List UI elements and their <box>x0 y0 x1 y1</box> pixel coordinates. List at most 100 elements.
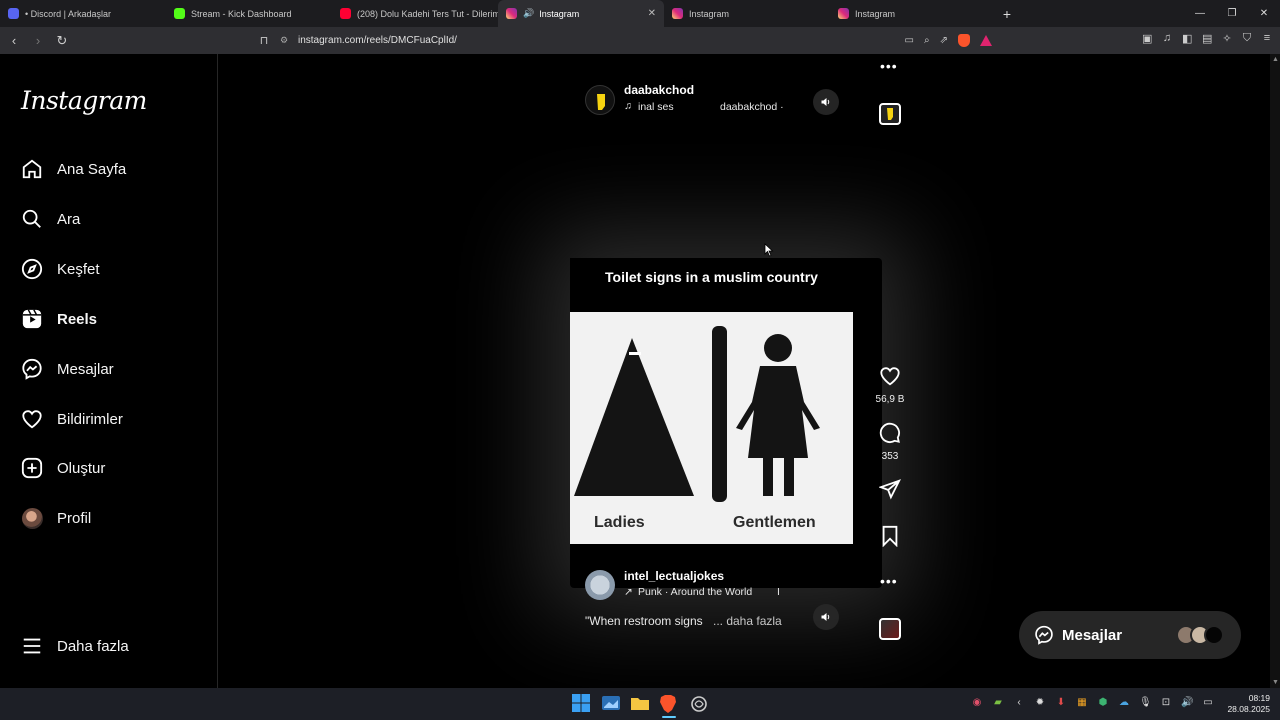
yellow-character-icon <box>597 94 605 110</box>
page-scrollbar[interactable]: ▲ ▼ <box>1270 54 1280 688</box>
sidebar-item-label: Keşfet <box>57 260 100 278</box>
like-button[interactable]: 56,9 B <box>870 365 910 405</box>
tab-kick[interactable]: Stream - Kick Dashboard <box>166 0 332 27</box>
sidebar-item-more[interactable]: Daha fazla <box>21 631 129 661</box>
vpn-icon[interactable]: ⛉ <box>1242 32 1252 45</box>
reload-icon[interactable]: ↻ <box>52 33 72 49</box>
sidebar-toggle-icon[interactable]: ◧ <box>1182 32 1192 45</box>
tab-discord[interactable]: • Discord | Arkadaşlar <box>0 0 166 27</box>
back-icon[interactable]: ‹ <box>4 33 24 48</box>
clock-time: 08:19 <box>1248 693 1270 703</box>
widgets-icon[interactable] <box>601 694 621 714</box>
reel-caption: "When restroom signs <box>585 614 703 628</box>
scroll-up-icon[interactable]: ▲ <box>1272 56 1279 63</box>
tab-instagram[interactable]: Instagram <box>664 0 830 27</box>
menu-icon[interactable]: ≡ <box>1262 32 1272 45</box>
brave-browser-icon[interactable] <box>659 694 679 718</box>
profile-avatar-wrap <box>21 507 43 529</box>
leo-ai-icon[interactable]: ✧ <box>1222 32 1232 45</box>
address-bar[interactable]: ⊓ ⚙ instagram.com/reels/DMCFuaCplId/ ▭ ⌕… <box>252 30 1000 51</box>
more-options-icon[interactable]: ••• <box>880 573 898 589</box>
tab-title: Instagram <box>855 8 896 19</box>
bookmark-icon[interactable]: ⊓ <box>252 34 276 47</box>
avatar[interactable] <box>585 85 615 115</box>
tray-app-icon[interactable]: ◉ <box>971 697 983 708</box>
network-icon[interactable]: ⊡ <box>1160 697 1172 708</box>
share-icon[interactable]: ⇗ <box>940 35 948 46</box>
tray-app-icon[interactable]: ☁ <box>1118 697 1130 708</box>
audio-thumbnail[interactable] <box>879 103 901 125</box>
messages-pill[interactable]: Mesajlar <box>1019 611 1241 659</box>
tab-instagram[interactable]: Instagram <box>830 0 996 27</box>
save-button[interactable] <box>870 525 910 552</box>
file-explorer-icon[interactable] <box>630 694 650 714</box>
sidebar-item-messages[interactable]: Mesajlar <box>21 354 114 384</box>
tray-app-icon[interactable]: ✹ <box>1034 697 1046 708</box>
sidebar-item-label: Mesajlar <box>57 360 114 378</box>
scroll-down-icon[interactable]: ▼ <box>1272 679 1279 686</box>
reel-username[interactable]: daabakchod <box>624 83 694 97</box>
caption-more-link[interactable]: ... daha fazla <box>713 614 782 628</box>
avatar[interactable] <box>585 570 615 600</box>
reel-audio[interactable]: Punk · Around the World <box>638 586 752 598</box>
sidebar-item-create[interactable]: Oluştur <box>21 453 105 483</box>
speaker-icon[interactable]: 🔊 <box>523 8 534 19</box>
app-circle-icon[interactable] <box>689 694 709 714</box>
sidebar-item-notifications[interactable]: Bildirimler <box>21 404 123 434</box>
sidebar-item-search[interactable]: Ara <box>21 204 80 234</box>
wallet-icon[interactable]: ▤ <box>1202 32 1212 45</box>
reels-icon <box>21 308 43 330</box>
comment-button[interactable]: 353 <box>870 422 910 462</box>
site-info-icon[interactable]: ⚙ <box>276 35 292 46</box>
reel-audio-author[interactable]: daabakchod · <box>720 101 784 113</box>
tray-arrow-icon[interactable]: ‹ <box>1013 697 1025 708</box>
screenshot-icon[interactable]: ▣ <box>1142 32 1152 45</box>
minimize-icon[interactable]: — <box>1184 8 1216 19</box>
instagram-logo[interactable]: Instagram <box>21 86 147 115</box>
forward-icon[interactable]: › <box>28 33 48 48</box>
sidebar-item-label: Oluştur <box>57 459 106 477</box>
battery-icon[interactable]: ▭ <box>1202 697 1214 708</box>
brave-shields-icon[interactable] <box>958 34 970 47</box>
new-tab-button[interactable]: + <box>996 6 1018 22</box>
volume-icon[interactable]: 🔊 <box>1181 697 1193 708</box>
sidebar-item-reels[interactable]: Reels <box>21 304 97 334</box>
hamburger-icon <box>21 635 43 657</box>
cast-icon[interactable]: ▭ <box>905 35 914 46</box>
messages-pill-label: Mesajlar <box>1062 626 1123 644</box>
nvidia-icon[interactable]: ▰ <box>992 697 1004 708</box>
windows-start-icon[interactable] <box>572 694 592 714</box>
close-icon[interactable]: ✕ <box>648 8 656 19</box>
toilet-sign-image: Ladies Gentlemen <box>570 312 853 544</box>
sidebar-item-home[interactable]: Ana Sayfa <box>21 154 126 184</box>
share-button[interactable] <box>870 478 910 505</box>
audio-thumbnail[interactable] <box>879 618 901 640</box>
sidebar-item-profile[interactable]: Profil <box>21 503 91 533</box>
speaker-icon <box>821 98 830 106</box>
system-clock[interactable]: 08:19 28.08.2025 <box>1227 693 1270 715</box>
media-icon[interactable]: ♫ <box>1162 32 1172 45</box>
tray-app-icon[interactable]: ▦ <box>1076 697 1088 708</box>
reel-username[interactable]: intel_lectualjokes <box>624 569 724 583</box>
maximize-icon[interactable]: ❐ <box>1216 8 1248 19</box>
mute-button[interactable] <box>813 604 839 630</box>
reel-audio[interactable]: inal ses <box>638 101 674 113</box>
tab-instagram-active[interactable]: 🔊 Instagram ✕ <box>498 0 664 27</box>
tray-app-icon[interactable]: ⬢ <box>1097 697 1109 708</box>
tray-app-icon[interactable]: ⬇ <box>1055 697 1067 708</box>
sidebar-item-explore[interactable]: Keşfet <box>21 254 100 284</box>
close-window-icon[interactable]: ✕ <box>1248 8 1280 19</box>
microphone-icon[interactable]: 🎙 <box>1139 697 1152 708</box>
url-text[interactable]: instagram.com/reels/DMCFuaCplId/ <box>298 35 457 46</box>
tab-youtube[interactable]: (208) Dolu Kadehi Ters Tut - Dilerim <box>332 0 498 27</box>
tab-title: Stream - Kick Dashboard <box>191 8 292 19</box>
yellow-character-icon <box>887 108 893 120</box>
clock-date: 28.08.2025 <box>1227 704 1270 714</box>
sidebar-item-label: Ana Sayfa <box>57 160 127 178</box>
brave-rewards-icon[interactable] <box>980 35 992 46</box>
reel-video[interactable]: Toilet signs in a muslim country Ladies … <box>570 258 853 544</box>
more-options-icon[interactable]: ••• <box>880 58 898 74</box>
mute-button[interactable] <box>813 89 839 115</box>
zoom-icon[interactable]: ⌕ <box>924 35 930 46</box>
ladies-label: Ladies <box>594 514 645 531</box>
